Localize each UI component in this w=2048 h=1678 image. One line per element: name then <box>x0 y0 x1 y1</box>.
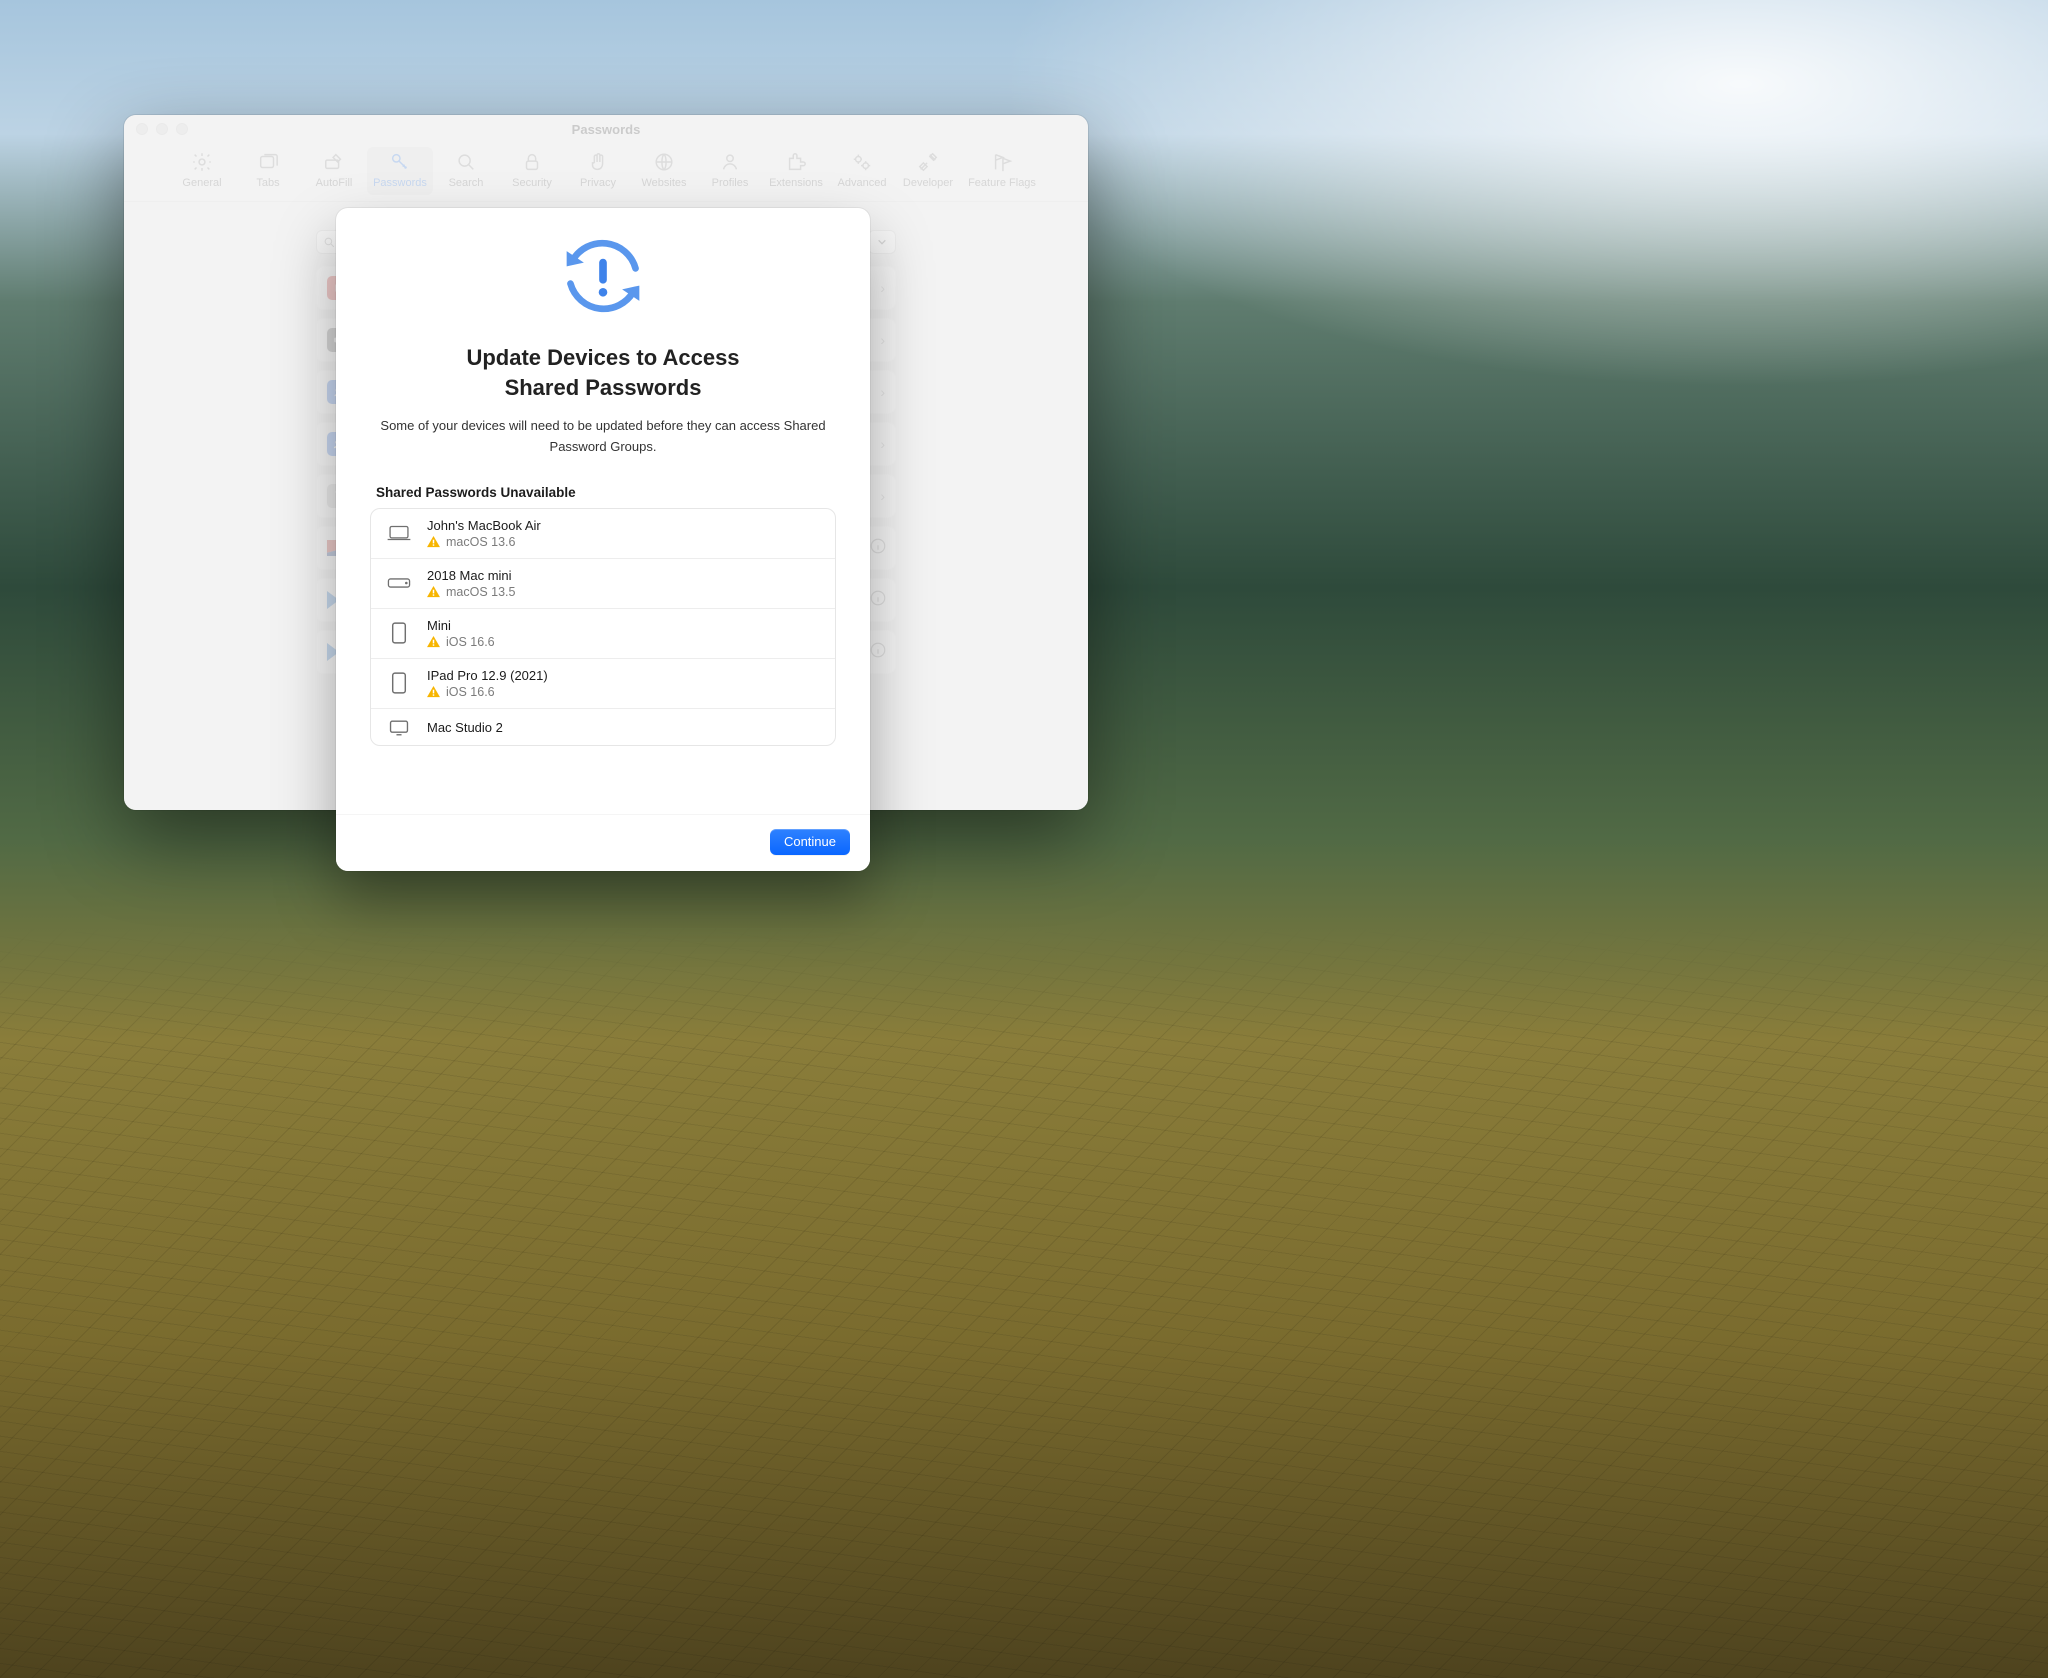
device-os: iOS 16.6 <box>446 685 495 699</box>
sync-alert-icon <box>555 232 651 325</box>
tab-label: Extensions <box>769 177 823 189</box>
warning-icon <box>427 686 440 698</box>
ipad-icon <box>385 671 413 695</box>
device-os: iOS 16.6 <box>446 635 495 649</box>
tab-label: Privacy <box>580 177 616 189</box>
list-options-button[interactable] <box>868 230 896 254</box>
device-name: Mini <box>427 618 495 633</box>
lock-icon <box>520 151 544 173</box>
device-name: John's MacBook Air <box>427 518 541 533</box>
zoom-window-button[interactable] <box>176 123 188 135</box>
minimize-window-button[interactable] <box>156 123 168 135</box>
search-icon <box>323 236 336 249</box>
tab-label: Search <box>449 177 484 189</box>
tab-label: Tabs <box>256 177 279 189</box>
tab-label: Developer <box>903 177 953 189</box>
tab-advanced[interactable]: Advanced <box>829 147 895 195</box>
hand-icon <box>586 151 610 173</box>
gear-icon <box>190 151 214 173</box>
tab-profiles[interactable]: Profiles <box>697 147 763 195</box>
chevron-right-icon: › <box>880 384 885 400</box>
chevron-right-icon: › <box>880 436 885 452</box>
chevron-right-icon: › <box>880 280 885 296</box>
tab-label: Websites <box>641 177 686 189</box>
info-icon[interactable] <box>869 537 887 560</box>
chevron-down-icon <box>877 237 887 247</box>
window-titlebar: Passwords <box>124 115 1088 143</box>
close-window-button[interactable] <box>136 123 148 135</box>
warning-icon <box>427 536 440 548</box>
tabs-icon <box>256 151 280 173</box>
tab-search[interactable]: Search <box>433 147 499 195</box>
device-row: 2018 Mac mini macOS 13.5 <box>371 558 835 608</box>
tab-label: General <box>182 177 221 189</box>
tab-developer[interactable]: Developer <box>895 147 961 195</box>
warning-icon <box>427 586 440 598</box>
warning-icon <box>427 636 440 648</box>
macmini-icon <box>385 576 413 590</box>
tab-label: Security <box>512 177 552 189</box>
laptop-icon <box>385 523 413 543</box>
globe-icon <box>652 151 676 173</box>
sheet-title-line1: Update Devices to Access <box>466 345 739 370</box>
puzzle-icon <box>784 151 808 173</box>
sheet-description: Some of your devices will need to be upd… <box>380 416 826 456</box>
device-row: John's MacBook Air macOS 13.6 <box>371 509 835 558</box>
tab-websites[interactable]: Websites <box>631 147 697 195</box>
device-row: Mac Studio 2 <box>371 708 835 745</box>
device-row: Mini iOS 16.6 <box>371 608 835 658</box>
device-name: IPad Pro 12.9 (2021) <box>427 668 548 683</box>
window-controls <box>136 123 188 135</box>
tab-extensions[interactable]: Extensions <box>763 147 829 195</box>
ipad-icon <box>385 621 413 645</box>
magnifier-icon <box>454 151 478 173</box>
info-icon[interactable] <box>869 589 887 612</box>
sheet-title-line2: Shared Passwords <box>505 375 702 400</box>
gears-icon <box>850 151 874 173</box>
tools-icon <box>916 151 940 173</box>
chevron-right-icon: › <box>880 332 885 348</box>
sheet-footer: Continue <box>336 814 870 871</box>
device-list: John's MacBook Air macOS 13.6 2018 Mac m… <box>370 508 836 746</box>
update-devices-sheet: Update Devices to Access Shared Password… <box>336 208 870 871</box>
device-row: IPad Pro 12.9 (2021) iOS 16.6 <box>371 658 835 708</box>
flags-icon <box>990 151 1014 173</box>
tab-tabs[interactable]: Tabs <box>235 147 301 195</box>
tab-label: AutoFill <box>316 177 353 189</box>
device-os: macOS 13.5 <box>446 585 515 599</box>
tab-general[interactable]: General <box>169 147 235 195</box>
tab-passwords[interactable]: Passwords <box>367 147 433 195</box>
device-name: Mac Studio 2 <box>427 720 503 735</box>
tab-security[interactable]: Security <box>499 147 565 195</box>
sheet-title: Update Devices to Access Shared Password… <box>370 343 836 402</box>
key-icon <box>388 151 412 173</box>
person-icon <box>718 151 742 173</box>
tab-label: Passwords <box>373 177 427 189</box>
pencil-rect-icon <box>322 151 346 173</box>
preferences-toolbar: General Tabs AutoFill Passwords Search S… <box>124 143 1088 202</box>
device-name: 2018 Mac mini <box>427 568 515 583</box>
info-icon[interactable] <box>869 641 887 664</box>
tab-label: Feature Flags <box>968 177 1036 189</box>
desktop-icon <box>385 718 413 738</box>
section-label: Shared Passwords Unavailable <box>376 485 836 500</box>
device-os: macOS 13.6 <box>446 535 515 549</box>
tab-label: Advanced <box>838 177 887 189</box>
tab-privacy[interactable]: Privacy <box>565 147 631 195</box>
chevron-right-icon: › <box>880 488 885 504</box>
window-title: Passwords <box>124 122 1088 137</box>
tab-autofill[interactable]: AutoFill <box>301 147 367 195</box>
tab-label: Profiles <box>712 177 749 189</box>
tab-feature-flags[interactable]: Feature Flags <box>961 147 1043 195</box>
continue-button[interactable]: Continue <box>770 829 850 855</box>
